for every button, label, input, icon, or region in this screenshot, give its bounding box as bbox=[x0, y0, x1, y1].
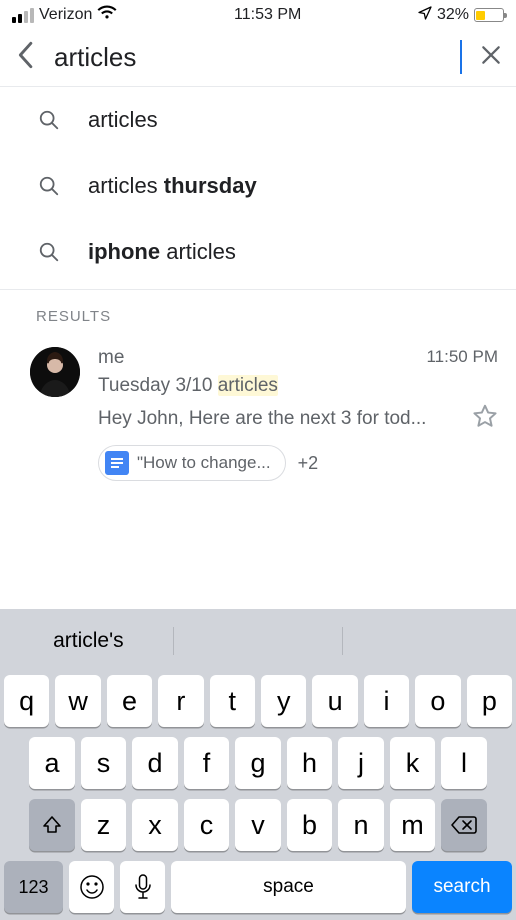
key-z[interactable]: z bbox=[81, 799, 127, 851]
key-d[interactable]: d bbox=[132, 737, 178, 789]
key-s[interactable]: s bbox=[81, 737, 127, 789]
key-r[interactable]: r bbox=[158, 675, 203, 727]
suggestion-text: articles bbox=[88, 107, 158, 133]
email-subject: Tuesday 3/10 articles bbox=[98, 375, 498, 397]
key-c[interactable]: c bbox=[184, 799, 230, 851]
keyboard: article's qwertyuiop asdfghjkl zxcvbnm 1… bbox=[0, 609, 516, 920]
wifi-icon bbox=[97, 5, 117, 25]
suggestion-text: articles thursday bbox=[88, 173, 257, 199]
backspace-key[interactable] bbox=[441, 799, 487, 851]
key-e[interactable]: e bbox=[107, 675, 152, 727]
key-f[interactable]: f bbox=[184, 737, 230, 789]
key-b[interactable]: b bbox=[287, 799, 333, 851]
key-k[interactable]: k bbox=[390, 737, 436, 789]
key-t[interactable]: t bbox=[210, 675, 255, 727]
key-g[interactable]: g bbox=[235, 737, 281, 789]
search-icon bbox=[38, 109, 60, 131]
search-row: articles bbox=[0, 28, 516, 86]
key-w[interactable]: w bbox=[55, 675, 100, 727]
battery-icon bbox=[474, 8, 504, 22]
suggestion-item[interactable]: articles bbox=[0, 87, 516, 153]
email-time: 11:50 PM bbox=[426, 347, 498, 369]
search-icon bbox=[38, 241, 60, 263]
search-input[interactable]: articles bbox=[54, 40, 462, 74]
battery-pct: 32% bbox=[437, 6, 469, 24]
key-j[interactable]: j bbox=[338, 737, 384, 789]
avatar bbox=[30, 347, 80, 397]
emoji-key[interactable] bbox=[69, 861, 114, 913]
carrier-label: Verizon bbox=[39, 6, 92, 24]
key-q[interactable]: q bbox=[4, 675, 49, 727]
back-icon[interactable] bbox=[14, 41, 36, 74]
search-icon bbox=[38, 175, 60, 197]
suggestions-list: articles articles thursday iphone articl… bbox=[0, 87, 516, 285]
key-v[interactable]: v bbox=[235, 799, 281, 851]
key-h[interactable]: h bbox=[287, 737, 333, 789]
suggestion-text: iphone articles bbox=[88, 239, 236, 265]
key-l[interactable]: l bbox=[441, 737, 487, 789]
key-y[interactable]: y bbox=[261, 675, 306, 727]
search-key[interactable]: search bbox=[412, 861, 512, 913]
signal-bars-icon bbox=[12, 8, 34, 23]
chip-label: "How to change... bbox=[137, 453, 271, 473]
mic-key[interactable] bbox=[120, 861, 165, 913]
star-icon[interactable] bbox=[472, 403, 498, 435]
chip-extra: +2 bbox=[298, 453, 319, 474]
location-icon bbox=[418, 6, 432, 25]
suggestion-item[interactable]: iphone articles bbox=[0, 219, 516, 285]
key-n[interactable]: n bbox=[338, 799, 384, 851]
clear-icon[interactable] bbox=[480, 44, 502, 71]
results-header: RESULTS bbox=[0, 290, 516, 337]
keyboard-row-3: zxcvbnm bbox=[4, 799, 512, 851]
keyboard-row-2: asdfghjkl bbox=[4, 737, 512, 789]
key-x[interactable]: x bbox=[132, 799, 178, 851]
email-from: me bbox=[98, 347, 124, 369]
numbers-key[interactable]: 123 bbox=[4, 861, 63, 913]
shift-key[interactable] bbox=[29, 799, 75, 851]
email-result[interactable]: me 11:50 PM Tuesday 3/10 articles Hey Jo… bbox=[0, 337, 516, 495]
status-bar: Verizon 11:53 PM 32% bbox=[0, 0, 516, 28]
space-key[interactable]: space bbox=[171, 861, 406, 913]
keyboard-row-1: qwertyuiop bbox=[4, 675, 512, 727]
email-preview: Hey John, Here are the next 3 for tod... bbox=[98, 408, 460, 430]
keyboard-prediction[interactable]: article's bbox=[4, 629, 173, 653]
key-o[interactable]: o bbox=[415, 675, 460, 727]
key-p[interactable]: p bbox=[467, 675, 512, 727]
clock-label: 11:53 PM bbox=[234, 6, 301, 24]
attachment-chip[interactable]: "How to change... bbox=[98, 445, 286, 481]
key-i[interactable]: i bbox=[364, 675, 409, 727]
doc-icon bbox=[105, 451, 129, 475]
key-a[interactable]: a bbox=[29, 737, 75, 789]
key-u[interactable]: u bbox=[312, 675, 357, 727]
suggestion-item[interactable]: articles thursday bbox=[0, 153, 516, 219]
key-m[interactable]: m bbox=[390, 799, 436, 851]
